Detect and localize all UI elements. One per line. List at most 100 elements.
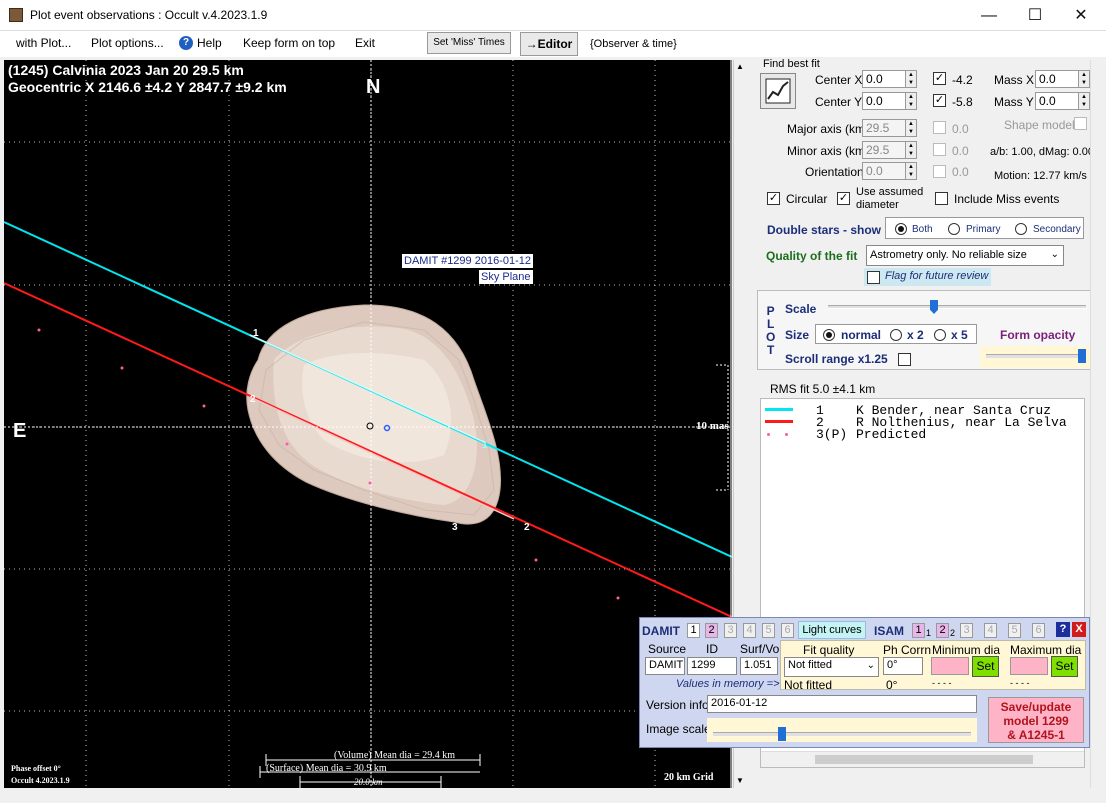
- app-icon: [9, 8, 23, 22]
- size-normal-radio[interactable]: [823, 329, 835, 341]
- both-radio[interactable]: [895, 223, 907, 235]
- include-miss-checkbox[interactable]: [935, 192, 948, 205]
- center-x-checkbox[interactable]: ✓: [933, 72, 946, 85]
- use-assumed-checkbox[interactable]: ✓: [837, 192, 850, 205]
- source-input[interactable]: DAMIT: [645, 657, 685, 675]
- save-update-model-button[interactable]: Save/update model 1299 & A1245-1: [988, 697, 1084, 743]
- center-y-spinner[interactable]: ▲ ▼: [905, 92, 917, 110]
- menu-help[interactable]: Help: [197, 36, 222, 50]
- memory-fit-quality: Not fitted: [784, 678, 833, 692]
- center-x-spinner[interactable]: ▲ ▼: [905, 70, 917, 88]
- scroll-up-icon[interactable]: ▲: [736, 62, 744, 71]
- damit-model-6[interactable]: 6: [781, 623, 794, 638]
- isam-model-1[interactable]: 1: [912, 623, 925, 638]
- damit-model-2[interactable]: 2: [705, 623, 718, 638]
- surf-vol-input[interactable]: 1.051: [740, 657, 778, 675]
- menu-exit[interactable]: Exit: [355, 36, 375, 50]
- double-stars-group: Both Primary Secondary: [885, 217, 1084, 239]
- major-axis-spinner[interactable]: ▲ ▼: [905, 119, 917, 137]
- scroll-down-icon[interactable]: ▼: [736, 776, 744, 785]
- fit-quality-box: Fit quality Ph Corrn Minimum dia Maximum…: [780, 640, 1086, 692]
- find-best-fit-button[interactable]: [760, 73, 796, 109]
- flag-review-checkbox[interactable]: [867, 271, 880, 284]
- values-in-memory-label: Values in memory =>: [676, 678, 780, 690]
- secondary-radio[interactable]: [1015, 223, 1027, 235]
- min-dia-set-button[interactable]: Set: [972, 656, 999, 677]
- max-dia-set-button[interactable]: Set: [1051, 656, 1078, 677]
- id-input[interactable]: 1299: [687, 657, 737, 675]
- set-miss-times-button[interactable]: Set 'Miss' Times: [427, 32, 511, 54]
- version-label: Occult 4.2023.1.9: [11, 776, 70, 785]
- isam-model-5[interactable]: 5: [1008, 623, 1021, 638]
- scale-slider-thumb[interactable]: [930, 300, 938, 314]
- maximum-dia-label: Maximum dia: [1010, 643, 1082, 657]
- damit-model-1[interactable]: 1: [687, 623, 700, 638]
- isam-model-2[interactable]: 2: [936, 623, 949, 638]
- isam-model-6[interactable]: 6: [1032, 623, 1045, 638]
- light-curves-button[interactable]: Light curves: [798, 621, 866, 639]
- ph-corrn-input[interactable]: 0°: [883, 657, 923, 675]
- legend-horizontal-scrollbar[interactable]: [761, 751, 1084, 767]
- legend-name-3: Predicted: [856, 427, 927, 442]
- damit-model-5[interactable]: 5: [762, 623, 775, 638]
- plot-canvas[interactable]: (1245) Calvinia 2023 Jan 20 29.5 km Geoc…: [4, 60, 732, 788]
- orientation-spinner[interactable]: ▲ ▼: [905, 162, 917, 180]
- scale-slider-track[interactable]: [828, 305, 1086, 309]
- shape-model-checkbox[interactable]: [1074, 117, 1087, 130]
- damit-label: DAMIT: [642, 624, 680, 638]
- legend-scroll-thumb[interactable]: [815, 755, 1033, 764]
- isam-model-3[interactable]: 3: [960, 623, 973, 638]
- close-button[interactable]: ✕: [1058, 0, 1104, 31]
- major-axis-checkbox[interactable]: [933, 121, 946, 134]
- orientation-checkbox[interactable]: [933, 165, 946, 178]
- damit-model-4[interactable]: 4: [743, 623, 756, 638]
- damit-close-button[interactable]: X: [1072, 622, 1086, 637]
- rms-fit-label: RMS fit 5.0 ±4.1 km: [770, 382, 876, 396]
- circular-checkbox[interactable]: ✓: [767, 192, 780, 205]
- scale-km-label: 20.0 km: [354, 777, 383, 787]
- menu-with-plot[interactable]: with Plot...: [16, 36, 71, 50]
- minimum-dia-input[interactable]: [931, 657, 969, 675]
- damit-model-3[interactable]: 3: [724, 623, 737, 638]
- menu-keep-form-on-top[interactable]: Keep form on top: [243, 36, 335, 50]
- image-scale-slider-track[interactable]: [713, 732, 971, 736]
- minor-axis-spinner[interactable]: ▲ ▼: [905, 141, 917, 159]
- flag-review-box: Flag for future review: [864, 268, 991, 286]
- minor-axis-input[interactable]: 29.5: [862, 141, 906, 159]
- damit-help-button[interactable]: ?: [1056, 622, 1070, 637]
- form-opacity-slider-thumb[interactable]: [1078, 349, 1086, 363]
- major-axis-input[interactable]: 29.5: [862, 119, 906, 137]
- minimize-button[interactable]: —: [966, 0, 1012, 31]
- version-info-input[interactable]: 2016-01-12: [707, 695, 977, 713]
- scale-label: Scale: [785, 302, 817, 316]
- center-y-checkbox[interactable]: ✓: [933, 94, 946, 107]
- mass-y-spinner[interactable]: ▲ ▼: [1078, 92, 1090, 110]
- isam-model-4[interactable]: 4: [984, 623, 997, 638]
- mass-y-input[interactable]: 0.0: [1035, 92, 1079, 110]
- maximum-dia-input[interactable]: [1010, 657, 1048, 675]
- form-opacity-label: Form opacity: [1000, 328, 1076, 342]
- observer-time-label[interactable]: {Observer & time}: [590, 38, 677, 50]
- sky-plane-label: Sky Plane: [479, 270, 533, 284]
- scroll-range-checkbox[interactable]: [898, 353, 911, 366]
- menu-plot-options[interactable]: Plot options...: [91, 36, 164, 50]
- mass-x-spinner[interactable]: ▲ ▼: [1078, 70, 1090, 88]
- orientation-input[interactable]: 0.0: [862, 162, 906, 180]
- fit-chart-icon: [765, 78, 791, 104]
- editor-button[interactable]: →Editor: [520, 32, 578, 56]
- minor-axis-checkbox[interactable]: [933, 143, 946, 156]
- center-x-input[interactable]: 0.0: [862, 70, 906, 88]
- fit-quality-select[interactable]: Not fitted ⌄: [784, 657, 879, 677]
- mass-x-input[interactable]: 0.0: [1035, 70, 1079, 88]
- size-x2-radio[interactable]: [890, 329, 902, 341]
- panel-vertical-scrollbar[interactable]: [1090, 60, 1104, 788]
- maximize-button[interactable]: ☐: [1012, 0, 1058, 31]
- title-bar: Plot event observations : Occult v.4.202…: [0, 0, 1106, 31]
- primary-radio[interactable]: [948, 223, 960, 235]
- center-y-input[interactable]: 0.0: [862, 92, 906, 110]
- image-scale-slider-thumb[interactable]: [778, 727, 786, 741]
- quality-select[interactable]: Astrometry only. No reliable size ⌄: [866, 245, 1064, 266]
- form-opacity-slider-track[interactable]: [986, 354, 1086, 358]
- size-x5-radio[interactable]: [934, 329, 946, 341]
- chord-1-start-label: 1: [253, 328, 259, 339]
